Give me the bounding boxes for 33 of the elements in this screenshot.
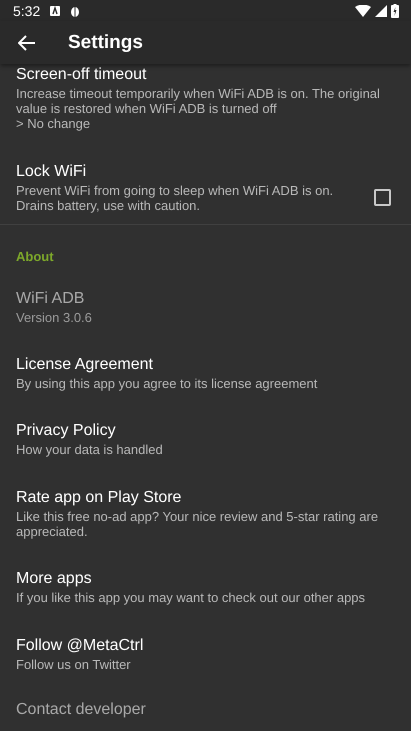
preference-summary: By using this app you agree to its license agreement [16,376,318,391]
preference-title: License Agreement [16,356,154,374]
preference-title: WiFi ADB [16,290,86,308]
preference-summary: How your data is handled [16,442,164,457]
preference-title: Privacy Policy [16,422,117,440]
wifi-icon [355,4,371,17]
preference-summary: Like this free no-ad app? Your nice review and 5-star rating are appreciated. [16,509,380,539]
preference-item[interactable]: Privacy Policy How your data is handled [0,410,411,477]
preference-item[interactable]: More apps If you like this app you may want to check out our other apps [0,558,411,625]
preference-summary: If you like this app you may want to check out our other apps [16,590,366,605]
preference-summary: Increase timeout temporarily when WiFi ADB is on. The original value is restored when WiFi ADB is turned off > No change [16,86,381,131]
battery-icon [391,4,399,18]
signal-icon [375,4,387,17]
preference-title: More apps [16,570,93,588]
preference-title: Contact developer [16,701,147,719]
preference-title: Follow @MetaCtrl [16,637,144,655]
preference-summary: Follow us on Twitter [16,657,132,672]
section-header: About [16,249,54,264]
preference-item[interactable]: Rate app on Play Store Like this free no-ad app? Your nice review and 5-star rating are appreciated. [0,477,411,558]
checkbox[interactable] [374,189,391,206]
preference-summary: Version 3.0.6 [16,310,93,325]
preference-item[interactable]: License Agreement By using this app you agree to its license agreement [0,344,411,410]
preference-item[interactable]: Lock WiFi Prevent WiFi from going to sleep when WiFi ADB is on. Drains battery, use with caution. [0,143,411,225]
screen-title: Settings [68,32,143,54]
preference-summary: Prevent WiFi from going to sleep when WiFi ADB is on. Drains battery, use with caution. [16,183,334,213]
preference-title: Screen-off timeout [16,66,148,84]
notification-icon [50,6,60,16]
preference-title: Lock WiFi [16,163,88,181]
preference-title: Rate app on Play Store [16,489,182,507]
preference-item[interactable]: Screen-off timeout Increase timeout temporarily when WiFi ADB is on. The original value is restored when WiFi ADB is turned off > No change [0,62,411,143]
preference-item[interactable]: Follow @MetaCtrl Follow us on Twitter [0,625,411,691]
status-time: 5:32 [13,2,40,19]
back-arrow-icon [18,34,36,51]
